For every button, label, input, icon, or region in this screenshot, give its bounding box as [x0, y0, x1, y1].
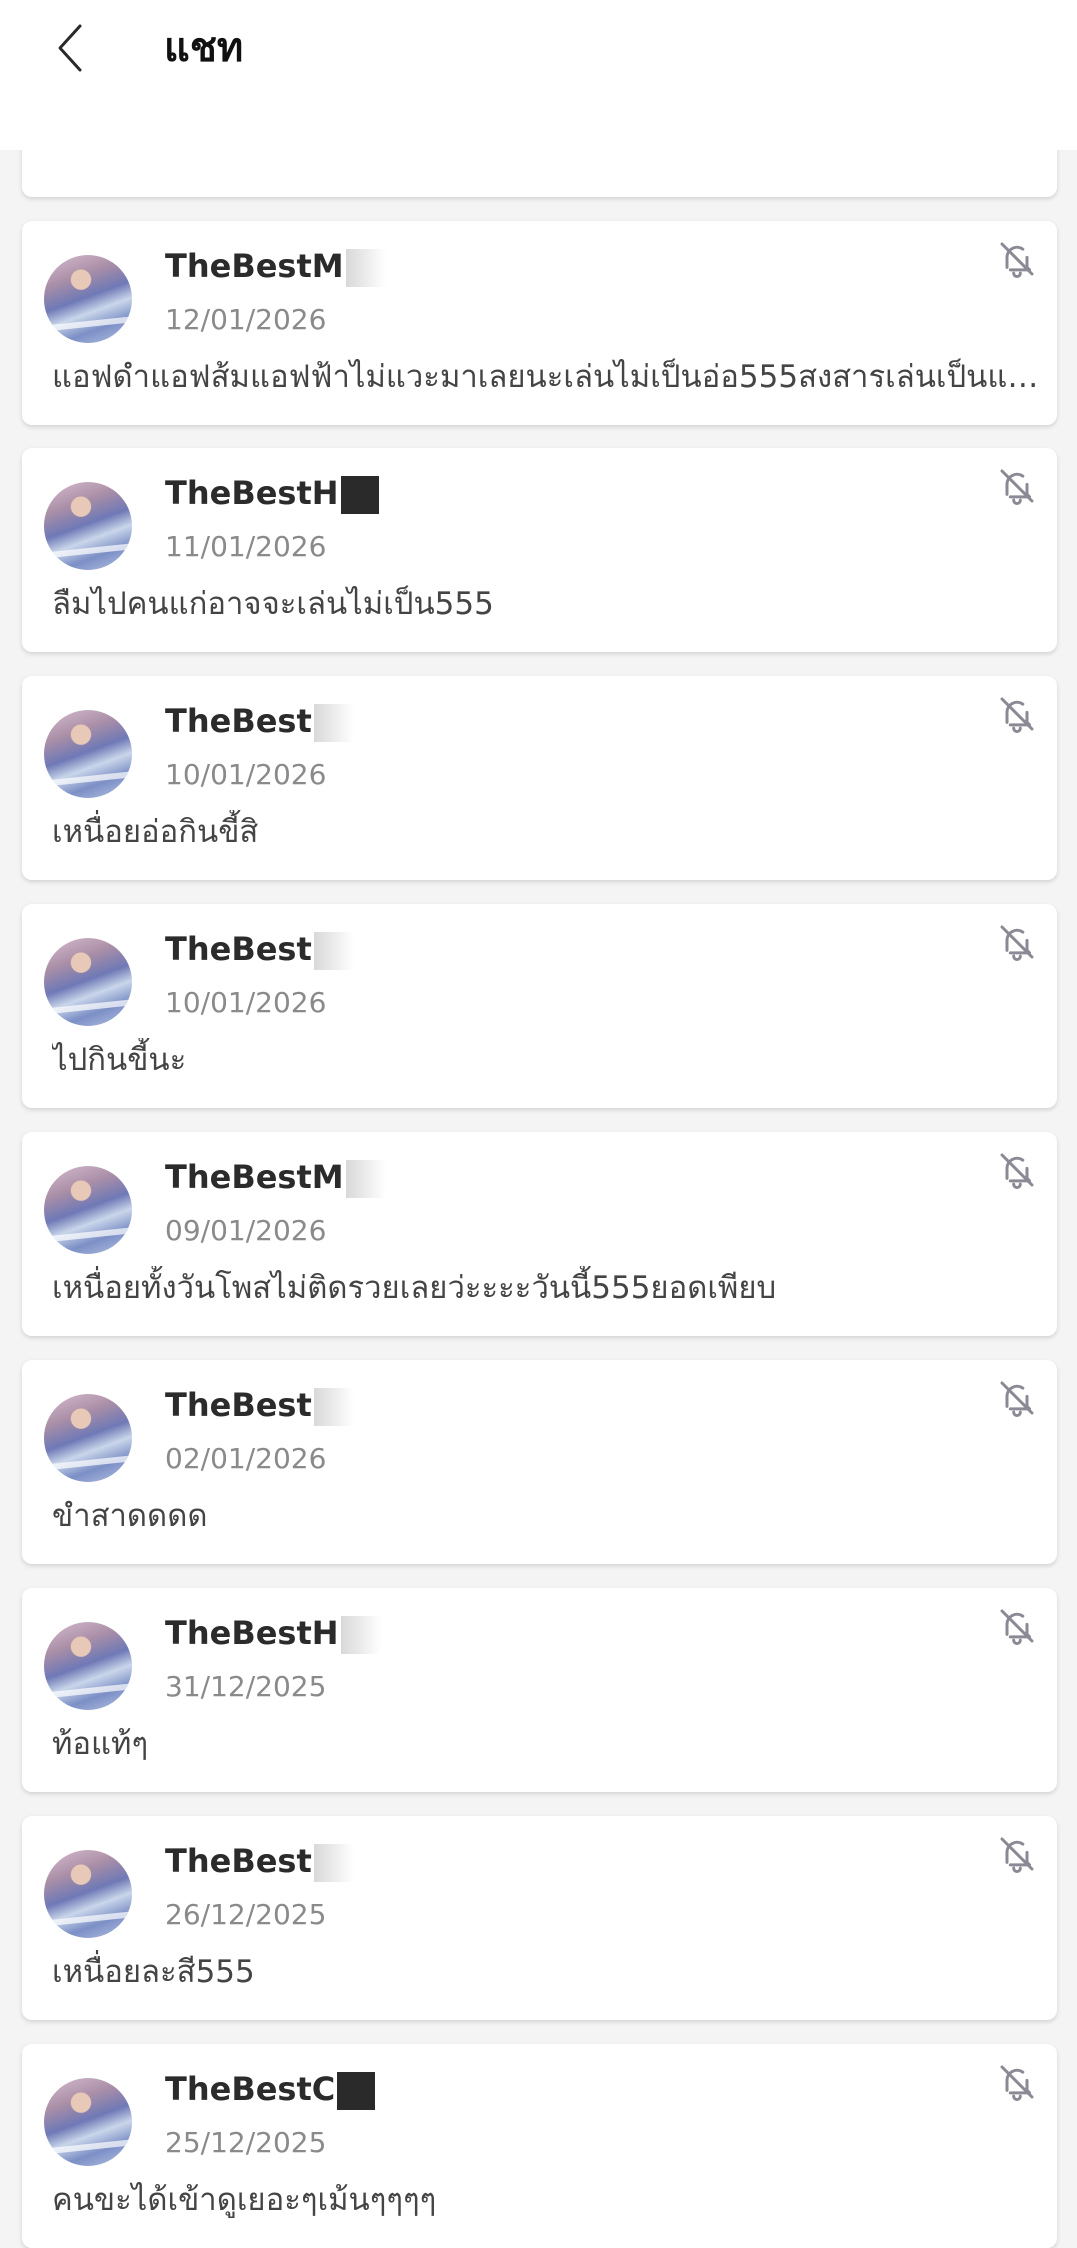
chat-card[interactable]: TheBest 26/12/2025 เหนื่อยละสี555 — [22, 1816, 1057, 2020]
name-redaction — [340, 1616, 381, 1654]
bell-off-icon[interactable] — [997, 1150, 1037, 1190]
name-redaction — [345, 249, 386, 287]
name-redaction — [313, 704, 354, 742]
bell-off-icon[interactable] — [997, 466, 1037, 506]
app-header: แชท — [0, 0, 1077, 150]
chat-list: มาค่อยถามราว TheBestM 12/01/2026 แอฟดำแอ… — [0, 0, 1077, 2248]
chat-message: ท้อแท้ๆ — [52, 1726, 149, 1762]
chat-date: 25/12/2025 — [165, 2126, 327, 2159]
avatar — [44, 710, 132, 798]
name-redaction — [340, 476, 379, 514]
avatar — [44, 938, 132, 1026]
chat-message: เหนื่อยอ่อกินขี้สิ — [52, 814, 259, 850]
chat-date: 26/12/2025 — [165, 1898, 327, 1931]
chat-card[interactable]: TheBest 10/01/2026 เหนื่อยอ่อกินขี้สิ — [22, 676, 1057, 880]
bell-off-icon[interactable] — [997, 1834, 1037, 1874]
chat-message: คนขะได้เข้าดูเยอะๆเม้นๆๆๆๆ — [52, 2182, 437, 2218]
avatar — [44, 2078, 132, 2166]
avatar — [44, 1850, 132, 1938]
chat-date: 10/01/2026 — [165, 758, 327, 791]
chat-date: 11/01/2026 — [165, 530, 327, 563]
chat-card[interactable]: TheBestM 12/01/2026 แอฟดำแอฟส้มแอฟฟ้าไม่… — [22, 221, 1057, 425]
chat-date: 02/01/2026 — [165, 1442, 327, 1475]
back-button[interactable] — [44, 18, 96, 78]
chat-name: TheBest — [165, 700, 354, 742]
avatar — [44, 1622, 132, 1710]
avatar — [44, 255, 132, 343]
chat-name: TheBestC — [165, 2068, 376, 2110]
chat-card[interactable]: TheBestM 09/01/2026 เหนื่อยทั้งวันโพสไม่… — [22, 1132, 1057, 1336]
chat-message: ลืมไปคนแก่อาจจะเล่นไม่เป็น555 — [52, 586, 494, 622]
avatar — [44, 482, 132, 570]
chat-message: แอฟดำแอฟส้มแอฟฟ้าไม่แวะมาเลยนะเล่นไม่เป็… — [52, 359, 1052, 395]
chevron-left-icon — [58, 24, 82, 72]
chat-card[interactable]: TheBestC 25/12/2025 คนขะได้เข้าดูเยอะๆเม… — [22, 2044, 1057, 2248]
name-redaction — [345, 1160, 386, 1198]
bell-off-icon[interactable] — [997, 1378, 1037, 1418]
chat-name: TheBestM — [165, 245, 386, 287]
avatar — [44, 1394, 132, 1482]
chat-date: 31/12/2025 — [165, 1670, 327, 1703]
chat-card[interactable]: TheBestH 31/12/2025 ท้อแท้ๆ — [22, 1588, 1057, 1792]
chat-date: 09/01/2026 — [165, 1214, 327, 1247]
name-redaction — [313, 1388, 354, 1426]
chat-message: ขำสาดดดด — [52, 1498, 208, 1534]
bell-off-icon[interactable] — [997, 2062, 1037, 2102]
chat-date: 10/01/2026 — [165, 986, 327, 1019]
chat-name: TheBest — [165, 1384, 354, 1426]
bell-off-icon[interactable] — [997, 694, 1037, 734]
name-redaction — [313, 1844, 354, 1882]
chat-card[interactable]: TheBest 02/01/2026 ขำสาดดดด — [22, 1360, 1057, 1564]
chat-card[interactable]: TheBest 10/01/2026 ไปกินขี้นะ — [22, 904, 1057, 1108]
chat-name: TheBestM — [165, 1156, 386, 1198]
chat-name: TheBestH — [165, 1612, 381, 1654]
chat-message: ไปกินขี้นะ — [52, 1042, 187, 1078]
page-title: แชท — [164, 25, 244, 71]
chat-date: 12/01/2026 — [165, 303, 327, 336]
avatar — [44, 1166, 132, 1254]
chat-name: TheBest — [165, 1840, 354, 1882]
name-redaction — [337, 2072, 376, 2110]
chat-name: TheBestH — [165, 472, 379, 514]
bell-off-icon[interactable] — [997, 1606, 1037, 1646]
chat-message: เหนื่อยทั้งวันโพสไม่ติดรวยเลยว่ะะะะวันนี… — [52, 1270, 777, 1306]
bell-off-icon[interactable] — [997, 239, 1037, 279]
name-redaction — [313, 932, 354, 970]
bell-off-icon[interactable] — [997, 922, 1037, 962]
chat-card[interactable]: TheBestH 11/01/2026 ลืมไปคนแก่อาจจะเล่นไ… — [22, 448, 1057, 652]
chat-name: TheBest — [165, 928, 354, 970]
chat-message: เหนื่อยละสี555 — [52, 1954, 255, 1990]
